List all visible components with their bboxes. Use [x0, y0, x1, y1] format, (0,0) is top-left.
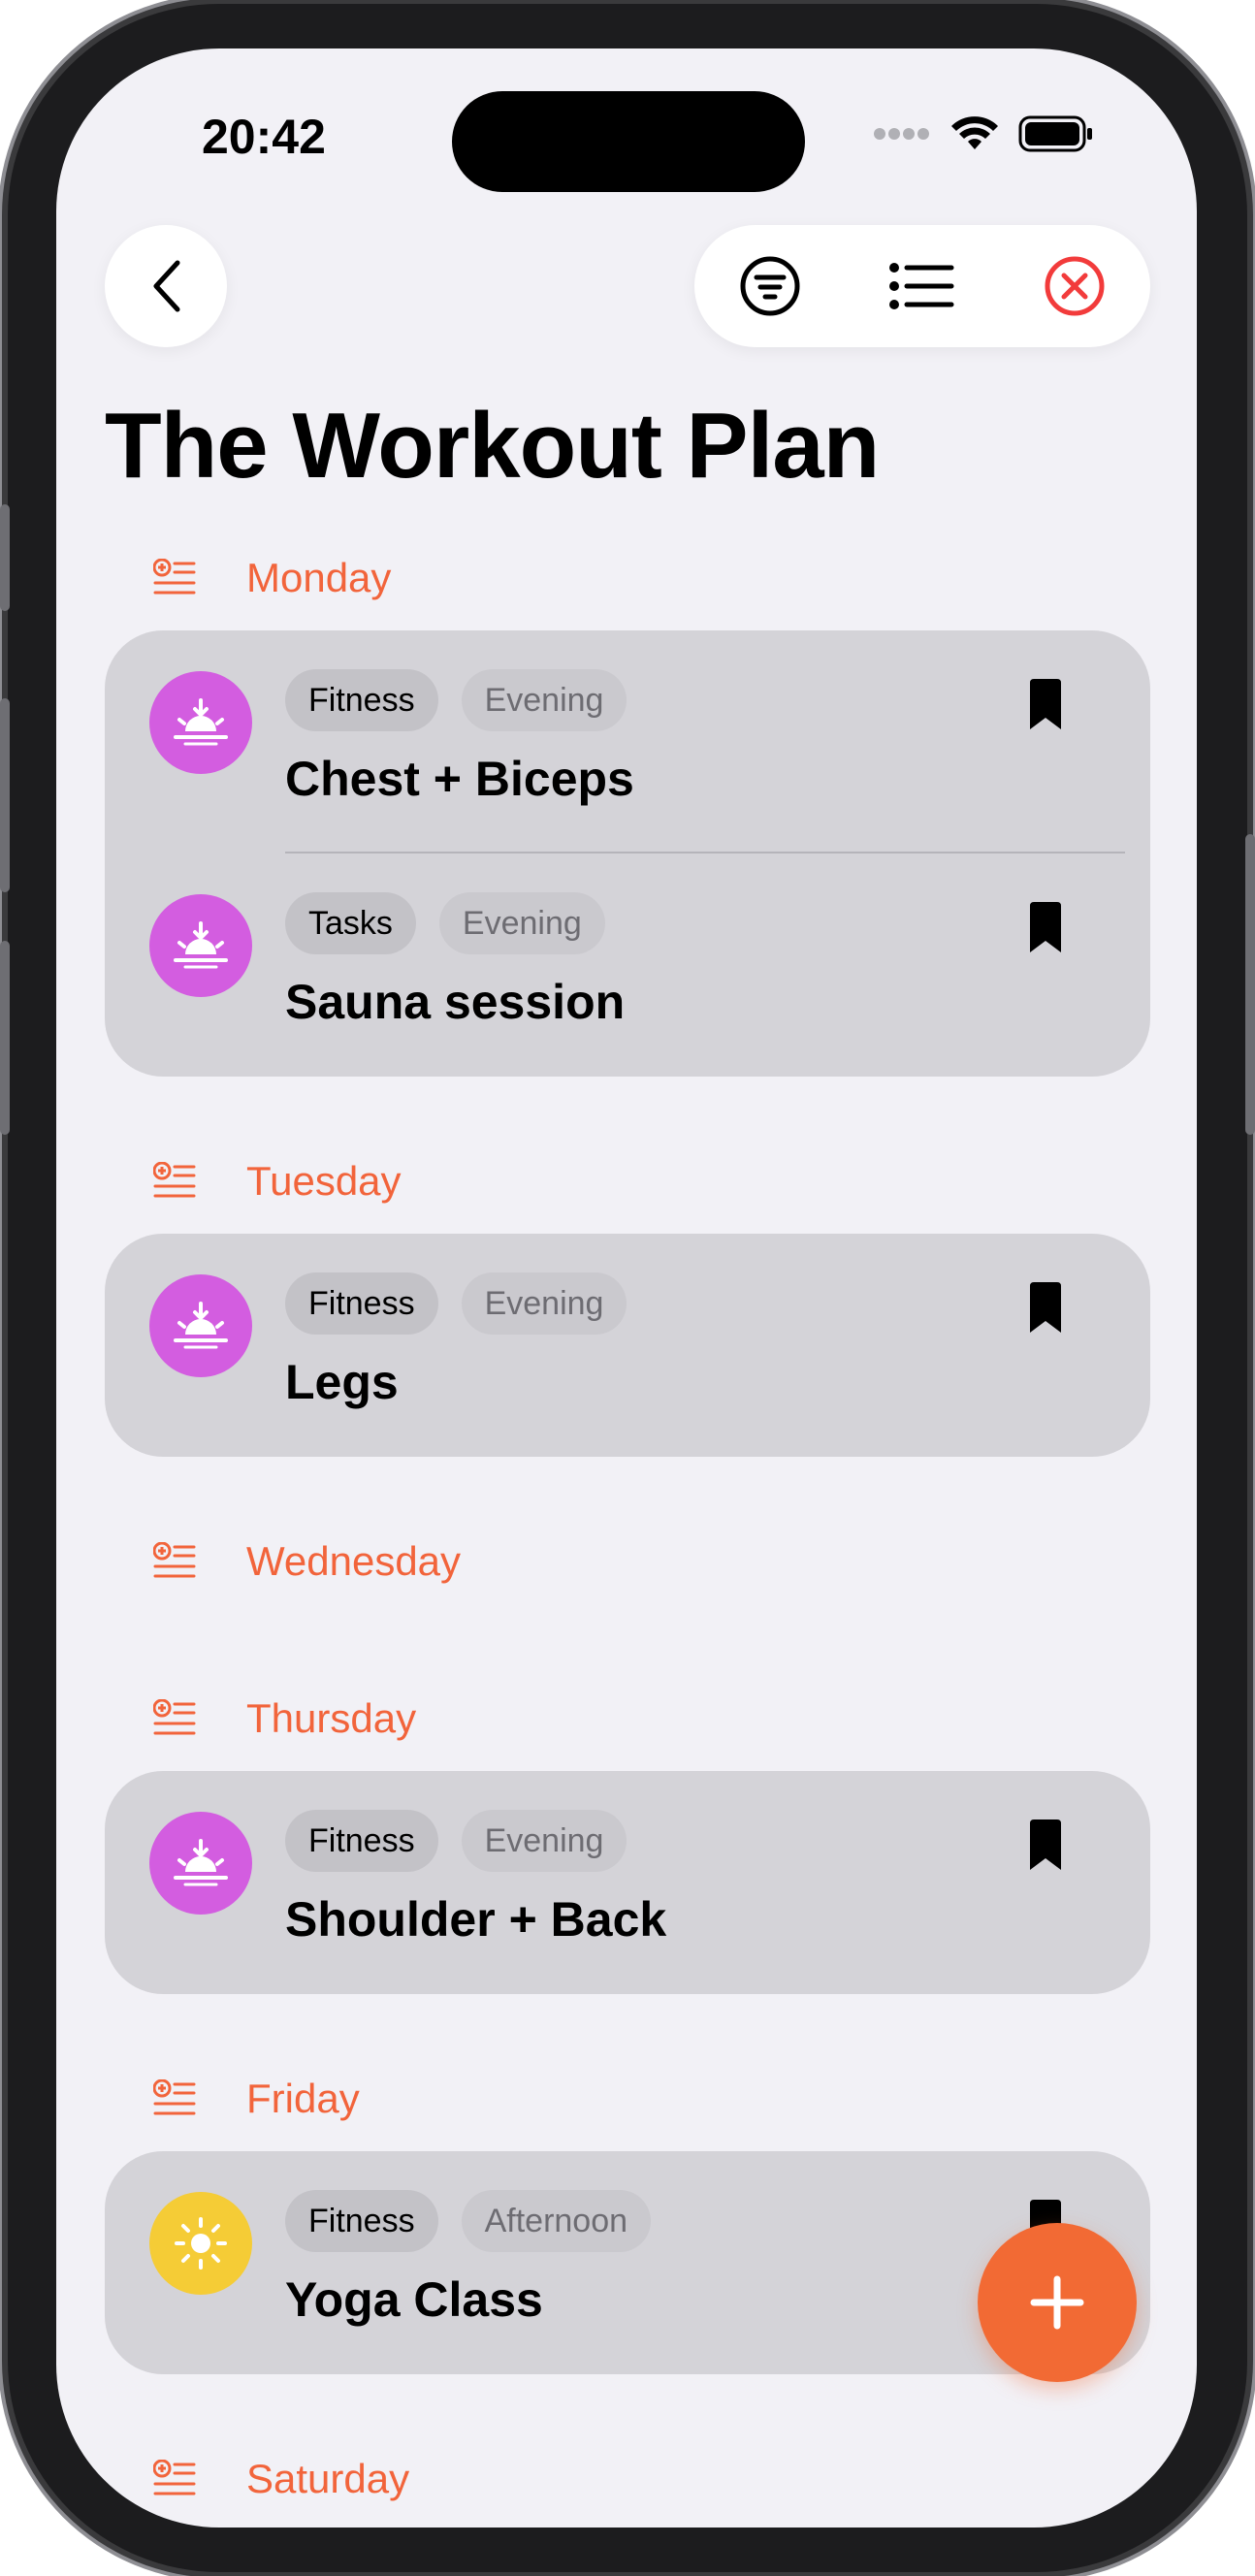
signal-dots-icon [874, 128, 929, 140]
page-title: The Workout Plan [105, 394, 880, 498]
sunset-icon [174, 921, 228, 969]
add-to-list-icon [153, 2079, 196, 2115]
add-to-list-icon [153, 2460, 196, 2496]
day-label: Monday [246, 555, 392, 600]
time-tag: Evening [461, 1810, 628, 1872]
item-title: Shoulder + Back [285, 1892, 667, 1947]
day-card-thursday: Fitness Evening Shoulder + Back [105, 1771, 1150, 1994]
time-tag: Afternoon [461, 2190, 652, 2252]
sunset-icon-badge [149, 671, 252, 774]
list-view-button[interactable] [869, 233, 976, 339]
close-circle-icon [1045, 256, 1105, 316]
wifi-icon [951, 116, 998, 149]
time-tag: Evening [461, 1272, 628, 1335]
list-item[interactable]: Fitness Evening Shoulder + Back [105, 1771, 1150, 1965]
sun-icon-badge [149, 2192, 252, 2295]
add-to-list-icon [153, 1162, 196, 1198]
day-card-monday: Fitness Evening Chest + Biceps Tasks Eve… [105, 630, 1150, 1077]
filter-button[interactable] [717, 233, 823, 339]
tag-group: Tasks Evening [285, 892, 605, 954]
volume-up-button [0, 698, 10, 892]
battery-icon [1018, 115, 1092, 152]
day-header-friday[interactable]: Friday [153, 2076, 360, 2122]
day-label: Saturday [246, 2456, 410, 2501]
time-tag: Evening [461, 669, 628, 731]
sunset-icon-badge [149, 1812, 252, 1915]
chevron-left-icon [153, 260, 180, 312]
tag-group: Fitness Evening [285, 669, 628, 731]
day-label: Wednesday [246, 1538, 462, 1584]
tag-group: Fitness Evening [285, 1272, 628, 1335]
day-card-tuesday: Fitness Evening Legs [105, 1234, 1150, 1457]
category-tag: Fitness [285, 669, 438, 731]
status-time: 20:42 [202, 110, 326, 164]
add-to-list-icon [153, 1542, 196, 1578]
list-icon [888, 263, 954, 309]
day-label: Tuesday [246, 1158, 402, 1204]
day-header-monday[interactable]: Monday [153, 555, 391, 601]
add-to-list-icon [153, 559, 196, 595]
day-header-tuesday[interactable]: Tuesday [153, 1158, 402, 1205]
app-screen: 20:42 The Workout Plan Monday Fitness Ev… [56, 48, 1197, 2528]
sunset-icon-badge [149, 1274, 252, 1377]
list-item[interactable]: Fitness Evening Legs [105, 1234, 1150, 1428]
bookmark-icon[interactable] [1028, 902, 1063, 954]
item-title: Chest + Biceps [285, 752, 634, 806]
category-tag: Fitness [285, 1810, 438, 1872]
day-header-wednesday[interactable]: Wednesday [153, 1538, 461, 1585]
dynamic-island [452, 91, 805, 192]
sunset-icon-badge [149, 894, 252, 997]
day-header-thursday[interactable]: Thursday [153, 1695, 416, 1742]
close-button[interactable] [1021, 233, 1128, 339]
sunset-icon [174, 1302, 228, 1349]
status-icons [873, 114, 1094, 153]
plus-icon [1030, 2275, 1084, 2330]
bookmark-icon[interactable] [1028, 1282, 1063, 1335]
day-header-saturday[interactable]: Saturday [153, 2456, 409, 2502]
bookmark-icon[interactable] [1028, 679, 1063, 731]
day-label: Friday [246, 2076, 360, 2121]
add-to-list-icon [153, 1699, 196, 1735]
item-title: Sauna session [285, 975, 626, 1029]
filter-icon [740, 256, 800, 316]
sunset-icon [174, 1839, 228, 1886]
tag-group: Fitness Evening [285, 1810, 628, 1872]
toolbar [694, 225, 1150, 347]
power-button [1245, 834, 1255, 1135]
category-tag: Fitness [285, 2190, 438, 2252]
action-button [0, 504, 10, 611]
list-item[interactable]: Tasks Evening Sauna session [105, 853, 1150, 1047]
back-button[interactable] [105, 225, 227, 347]
day-label: Thursday [246, 1695, 417, 1741]
item-title: Legs [285, 1355, 399, 1409]
category-tag: Fitness [285, 1272, 438, 1335]
bookmark-icon[interactable] [1028, 1819, 1063, 1872]
sunset-icon [174, 698, 228, 746]
tag-group: Fitness Afternoon [285, 2190, 652, 2252]
list-item[interactable]: Fitness Evening Chest + Biceps [105, 630, 1150, 824]
item-title: Yoga Class [285, 2272, 543, 2327]
add-item-button[interactable] [978, 2223, 1137, 2382]
time-tag: Evening [438, 892, 605, 954]
volume-down-button [0, 941, 10, 1135]
sun-icon [175, 2217, 227, 2270]
category-tag: Tasks [285, 892, 416, 954]
